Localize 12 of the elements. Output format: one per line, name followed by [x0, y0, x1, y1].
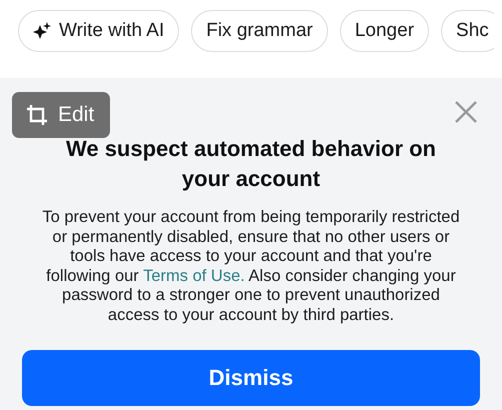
dialog-message: To prevent your account from being temporarily restricted or permanently disabled, ensure that no other users or tools have access to your account and that you're following our Terms of Use. Also consider changing your password to a stronger one to prevent unauthorized access to your account by third parties.: [41, 208, 461, 326]
crop-icon: [26, 104, 48, 126]
sparkle-icon: [33, 22, 51, 40]
suggestion-chip[interactable]: Shc: [441, 10, 494, 52]
close-icon[interactable]: [454, 100, 478, 124]
edit-button[interactable]: Edit: [12, 92, 110, 138]
suggestion-chip[interactable]: Fix grammar: [191, 10, 328, 52]
dismiss-button[interactable]: Dismiss: [22, 350, 480, 406]
dialog-title: We suspect automated behavior on your account: [64, 135, 437, 193]
terms-link[interactable]: Terms of Use.: [143, 266, 245, 285]
suggestion-chip[interactable]: Write with AI: [18, 10, 180, 52]
suggestion-chip[interactable]: Longer: [340, 10, 430, 52]
